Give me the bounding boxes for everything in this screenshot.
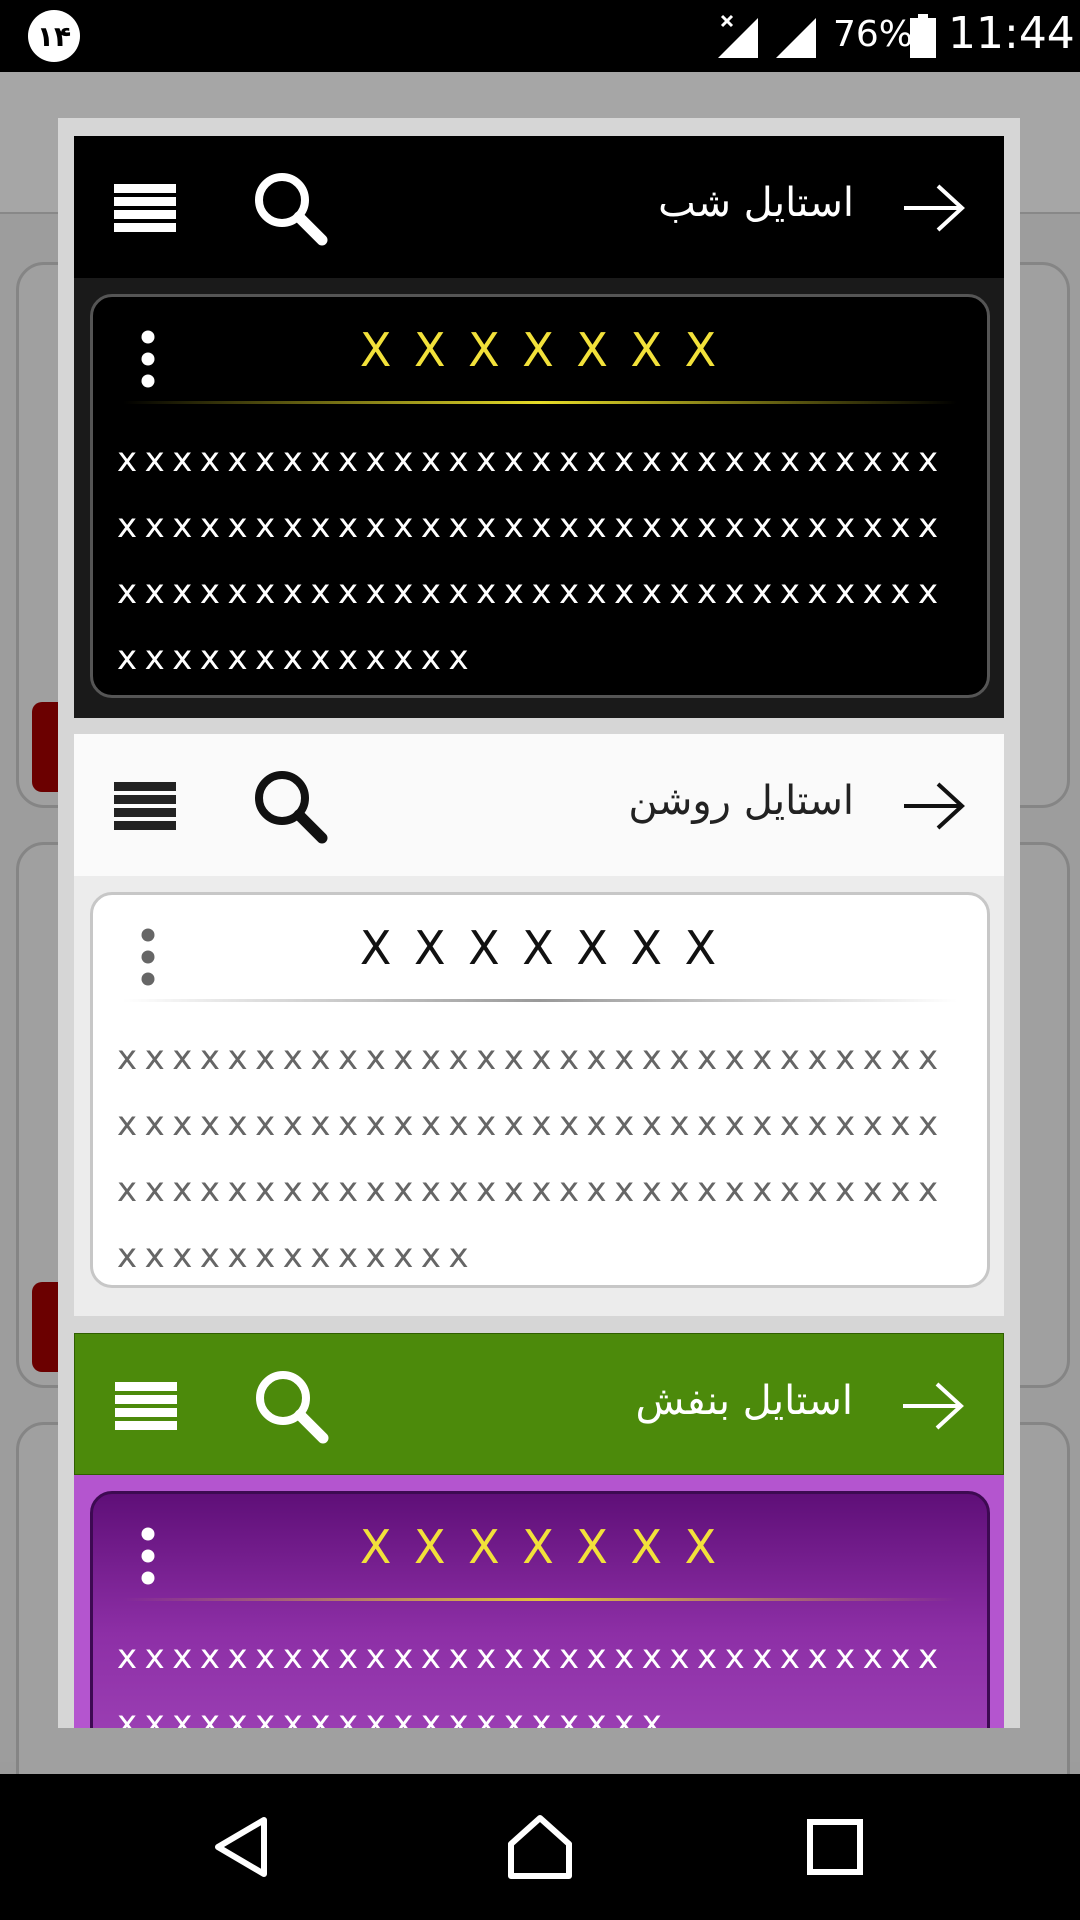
preview-card: X X X X X X X xxxxxxxxxxxxxxxxxxxxxxxxxx… <box>90 892 990 1288</box>
navigation-bar <box>0 1774 1080 1920</box>
background-accent <box>32 702 60 792</box>
status-bar: ۱۴ 76% 11:44 <box>0 0 1080 72</box>
signal-icon <box>776 18 816 58</box>
arrow-icon <box>904 782 965 830</box>
style-list[interactable]: استایل شب X X X X X X X xxxxxxxxxxxxxxxx… <box>74 136 1004 1728</box>
preview-content: X X X X X X X xxxxxxxxxxxxxxxxxxxxxxxxxx… <box>74 278 1004 718</box>
search-icon <box>255 771 328 844</box>
preview-card: X X X X X X X xxxxxxxxxxxxxxxxxxxxxxxxxx… <box>90 294 990 698</box>
card-title: X X X X X X X <box>359 1520 721 1574</box>
card-body: xxxxxxxxxxxxxxxxxxxxxxxxxxxxxxxxxxxxxxxx… <box>117 1637 946 1728</box>
preview-toolbar: استایل بنفش <box>74 1333 1004 1475</box>
no-signal-icon <box>718 14 758 58</box>
notification-badge: ۱۴ <box>28 10 80 62</box>
preview-title: استایل روشن <box>628 778 854 824</box>
style-option-purple[interactable]: استایل بنفش X X X X X X X xxxxxxxxxxxxxx… <box>74 1333 1004 1728</box>
preview-toolbar: استایل روشن <box>74 734 1004 878</box>
battery-percent: 76% <box>833 14 914 55</box>
card-body: xxxxxxxxxxxxxxxxxxxxxxxxxxxxxxxxxxxxxxxx… <box>117 440 946 678</box>
style-option-light[interactable]: استایل روشن X X X X X X X xxxxxxxxxxxxxx… <box>74 734 1004 1316</box>
arrow-icon <box>903 1382 964 1430</box>
card-divider <box>123 401 957 404</box>
search-icon <box>255 173 328 246</box>
card-divider <box>123 1598 957 1601</box>
home-nav-icon[interactable] <box>505 1812 575 1882</box>
arrow-icon <box>904 184 965 232</box>
recents-nav-icon[interactable] <box>800 1812 870 1882</box>
clock: 11:44 <box>948 8 1075 59</box>
card-divider <box>123 999 957 1002</box>
menu-icon <box>115 1382 177 1430</box>
card-title: X X X X X X X <box>359 323 721 377</box>
preview-card: X X X X X X X xxxxxxxxxxxxxxxxxxxxxxxxxx… <box>90 1491 990 1728</box>
menu-icon <box>114 184 176 232</box>
preview-toolbar: استایل شب <box>74 136 1004 278</box>
card-body: xxxxxxxxxxxxxxxxxxxxxxxxxxxxxxxxxxxxxxxx… <box>117 1038 946 1276</box>
preview-content: X X X X X X X xxxxxxxxxxxxxxxxxxxxxxxxxx… <box>74 1475 1004 1728</box>
preview-content: X X X X X X X xxxxxxxxxxxxxxxxxxxxxxxxxx… <box>74 876 1004 1316</box>
card-title: X X X X X X X <box>359 921 721 975</box>
menu-icon <box>114 782 176 830</box>
style-option-night[interactable]: استایل شب X X X X X X X xxxxxxxxxxxxxxxx… <box>74 136 1004 718</box>
search-icon <box>256 1371 329 1444</box>
style-picker-dialog: استایل شب X X X X X X X xxxxxxxxxxxxxxxx… <box>58 118 1020 1728</box>
preview-title: استایل شب <box>658 180 854 226</box>
preview-title: استایل بنفش <box>635 1378 853 1424</box>
background-accent <box>32 1282 60 1372</box>
back-nav-icon[interactable] <box>206 1812 276 1882</box>
battery-icon <box>910 14 936 58</box>
